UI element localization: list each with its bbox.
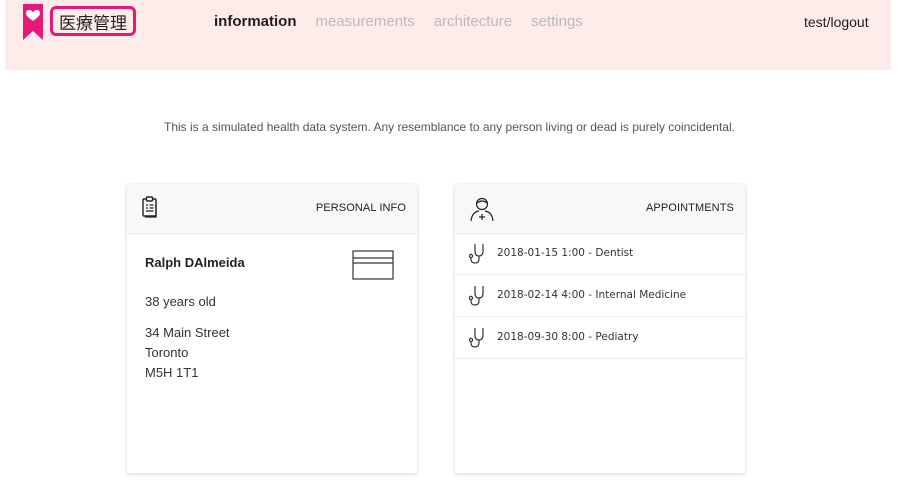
logout-link[interactable]: test/logout <box>804 14 869 30</box>
top-navbar <box>5 0 891 70</box>
patient-address: 34 Main Street Toronto M5H 1T1 <box>145 323 230 383</box>
appointments-title: APPOINTMENTS <box>646 202 734 214</box>
heart-bookmark-icon[interactable] <box>23 4 43 40</box>
appointments-header: APPOINTMENTS <box>455 184 745 234</box>
appointment-item[interactable]: 2018-02-14 4:00 - Internal Medicine <box>455 275 745 317</box>
brand-title[interactable]: 医療管理 <box>50 6 136 36</box>
stethoscope-icon <box>468 244 484 264</box>
appointment-label: 2018-02-14 4:00 - Internal Medicine <box>497 289 687 301</box>
address-street: 34 Main Street <box>145 325 230 340</box>
address-postal: M5H 1T1 <box>145 365 199 380</box>
appointment-label: 2018-09-30 8:00 - Pediatry <box>497 331 639 343</box>
address-city: Toronto <box>145 345 189 360</box>
nav-information[interactable]: information <box>214 13 297 30</box>
nav-settings[interactable]: settings <box>531 13 583 30</box>
disclaimer-text: This is a simulated health data system. … <box>164 120 735 134</box>
stethoscope-icon <box>468 286 484 306</box>
brand-label: 医療管理 <box>59 13 127 34</box>
appointment-list: 2018-01-15 1:00 - Dentist 2018-02-14 4:0… <box>455 233 745 359</box>
personal-info-card: PERSONAL INFO Ralph DAlmeida 38 years ol… <box>127 184 417 473</box>
doctor-icon <box>470 197 494 222</box>
appointment-item[interactable]: 2018-01-15 1:00 - Dentist <box>455 233 745 275</box>
clipboard-icon <box>142 196 157 218</box>
appointment-item[interactable]: 2018-09-30 8:00 - Pediatry <box>455 317 745 359</box>
appointments-card: APPOINTMENTS 2018-01-15 1:00 - Dentist 2… <box>455 184 745 473</box>
main-nav: information measurements architecture se… <box>214 13 583 30</box>
id-card-icon <box>352 250 394 280</box>
patient-name: Ralph DAlmeida <box>145 255 245 270</box>
stethoscope-icon <box>468 328 484 348</box>
personal-info-title: PERSONAL INFO <box>315 202 406 214</box>
nav-architecture[interactable]: architecture <box>434 13 512 30</box>
appointment-label: 2018-01-15 1:00 - Dentist <box>497 247 634 259</box>
nav-measurements[interactable]: measurements <box>316 13 415 30</box>
patient-age: 38 years old <box>145 294 216 309</box>
personal-info-header: PERSONAL INFO <box>127 184 417 234</box>
